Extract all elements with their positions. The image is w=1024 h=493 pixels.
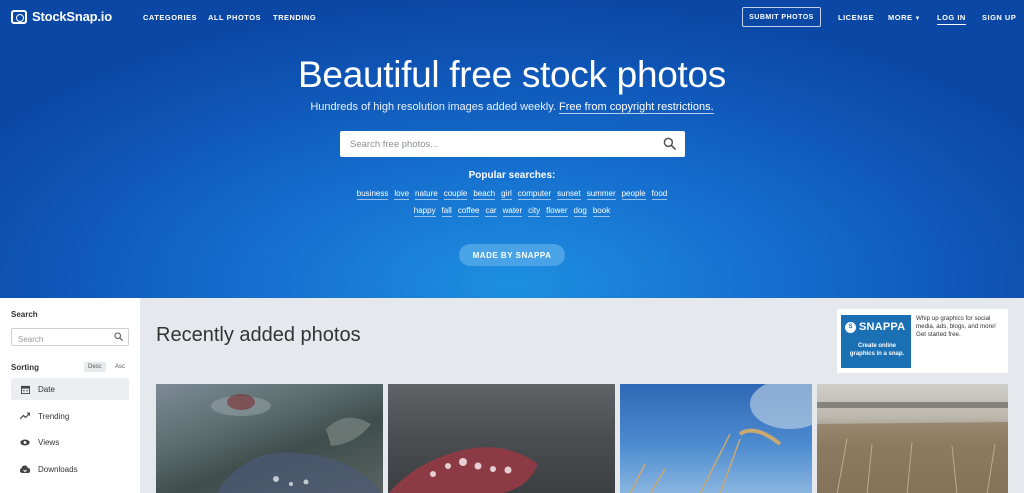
- popular-tag[interactable]: city: [528, 206, 541, 217]
- ad-tagline: Create online graphics in a snap.: [849, 343, 905, 357]
- photo-card-3[interactable]: [620, 384, 812, 493]
- sorting-label: Sorting: [11, 363, 39, 372]
- popular-tag[interactable]: sunset: [557, 189, 581, 200]
- sort-item-downloads[interactable]: Downloads: [11, 458, 129, 480]
- ad-image: S SNAPPA Create online graphics in a sna…: [841, 315, 911, 368]
- sort-item-label: Trending: [38, 411, 70, 421]
- nav-signup[interactable]: SIGN UP: [982, 13, 1016, 22]
- logo-text: StockSnap.io: [32, 9, 112, 24]
- sort-item-views[interactable]: Views: [11, 431, 129, 453]
- photo-card-2[interactable]: [388, 384, 615, 493]
- popular-tag[interactable]: love: [394, 189, 410, 200]
- nav-login[interactable]: LOG IN: [937, 13, 966, 25]
- nav-categories[interactable]: CATEGORIES: [143, 13, 197, 22]
- snappa-logo: S SNAPPA: [845, 321, 905, 333]
- popular-tag[interactable]: flower: [546, 206, 568, 217]
- popular-tags-row-1: business love nature couple beach girl compute…: [0, 189, 1024, 200]
- popular-tag[interactable]: beach: [473, 189, 496, 200]
- popular-tag[interactable]: couple: [443, 189, 468, 200]
- copyright-link[interactable]: Free from copyright restrictions.: [559, 101, 714, 114]
- popular-tag[interactable]: book: [592, 206, 611, 217]
- logo[interactable]: StockSnap.io: [11, 9, 112, 24]
- popular-tag[interactable]: people: [621, 189, 646, 200]
- popular-tag[interactable]: computer: [517, 189, 552, 200]
- download-icon: [20, 464, 30, 474]
- popular-tag[interactable]: girl: [501, 189, 512, 200]
- nav-trending[interactable]: TRENDING: [273, 13, 316, 22]
- caret-down-icon: ▼: [914, 16, 921, 22]
- sort-item-label: Date: [38, 384, 55, 394]
- photo-reeds-sky: [629, 384, 812, 493]
- nav-license[interactable]: LICENSE: [838, 13, 874, 22]
- popular-tag[interactable]: water: [502, 206, 523, 217]
- search-icon[interactable]: [114, 332, 123, 341]
- section-title: Recently added photos: [156, 324, 361, 346]
- popular-tag[interactable]: coffee: [457, 206, 480, 217]
- sidebar-search-label: Search: [11, 310, 38, 319]
- nav-all-photos[interactable]: ALL PHOTOS: [208, 13, 261, 22]
- popular-tag[interactable]: car: [485, 206, 497, 217]
- popular-searches-title: Popular searches:: [468, 170, 556, 181]
- snappa-logo-icon: S: [845, 321, 856, 333]
- ad-text: Whip up graphics for social media, ads, …: [916, 315, 996, 338]
- popular-tag[interactable]: food: [651, 189, 668, 200]
- sort-item-label: Downloads: [38, 464, 78, 474]
- sort-item-date[interactable]: Date: [11, 378, 129, 400]
- main-content: Recently added photos S SNAPPA Create on…: [140, 298, 1024, 493]
- sidebar: Search Sorting Desc Asc Date Trending Vi…: [0, 298, 140, 493]
- camera-icon: [11, 9, 27, 24]
- sidebar-search-box: [11, 328, 129, 348]
- trending-icon: [20, 411, 30, 421]
- made-by-snappa-button[interactable]: MADE BY SNAPPA: [459, 244, 565, 266]
- calendar-icon: [20, 384, 30, 394]
- hero-title: Beautiful free stock photos: [298, 54, 726, 95]
- eye-icon: [20, 437, 30, 447]
- nav-more-label: MORE: [888, 13, 913, 22]
- hero-section: StockSnap.io CATEGORIES ALL PHOTOS TREND…: [0, 0, 1024, 298]
- hero-search-box: [340, 131, 685, 157]
- popular-tag[interactable]: dog: [573, 206, 587, 217]
- sidebar-search-input[interactable]: [18, 331, 113, 348]
- popular-tag[interactable]: fall: [441, 206, 452, 217]
- sort-asc-button[interactable]: Asc: [111, 362, 129, 372]
- hero-search-input[interactable]: [350, 138, 650, 150]
- popular-tag[interactable]: happy: [413, 206, 436, 217]
- snappa-ad[interactable]: S SNAPPA Create online graphics in a sna…: [837, 309, 1008, 373]
- photo-dry-field: [817, 402, 1008, 493]
- popular-tag[interactable]: business: [356, 189, 389, 200]
- snappa-logo-text: SNAPPA: [859, 321, 906, 333]
- search-icon[interactable]: [663, 137, 676, 150]
- sort-desc-button[interactable]: Desc: [84, 362, 106, 372]
- photo-red-leaf-drops: [388, 447, 538, 493]
- sort-item-trending[interactable]: Trending: [11, 405, 129, 427]
- submit-photos-button[interactable]: SUBMIT PHOTOS: [742, 7, 821, 27]
- hero-subtitle-text: Hundreds of high resolution images added…: [310, 101, 556, 113]
- photo-card-4[interactable]: [817, 384, 1008, 493]
- top-nav: StockSnap.io CATEGORIES ALL PHOTOS TREND…: [0, 0, 1024, 34]
- hero-subtitle: Hundreds of high resolution images added…: [0, 101, 1024, 114]
- popular-tag[interactable]: summer: [586, 189, 616, 200]
- sort-item-label: Views: [38, 437, 60, 447]
- popular-tags-row-2: happy fall coffee car water city flower dog book: [0, 206, 1024, 217]
- photo-leaves-frost: [211, 394, 383, 493]
- popular-tag[interactable]: nature: [415, 189, 438, 200]
- photo-card-1[interactable]: [156, 384, 383, 493]
- nav-more[interactable]: MORE ▼: [888, 13, 921, 22]
